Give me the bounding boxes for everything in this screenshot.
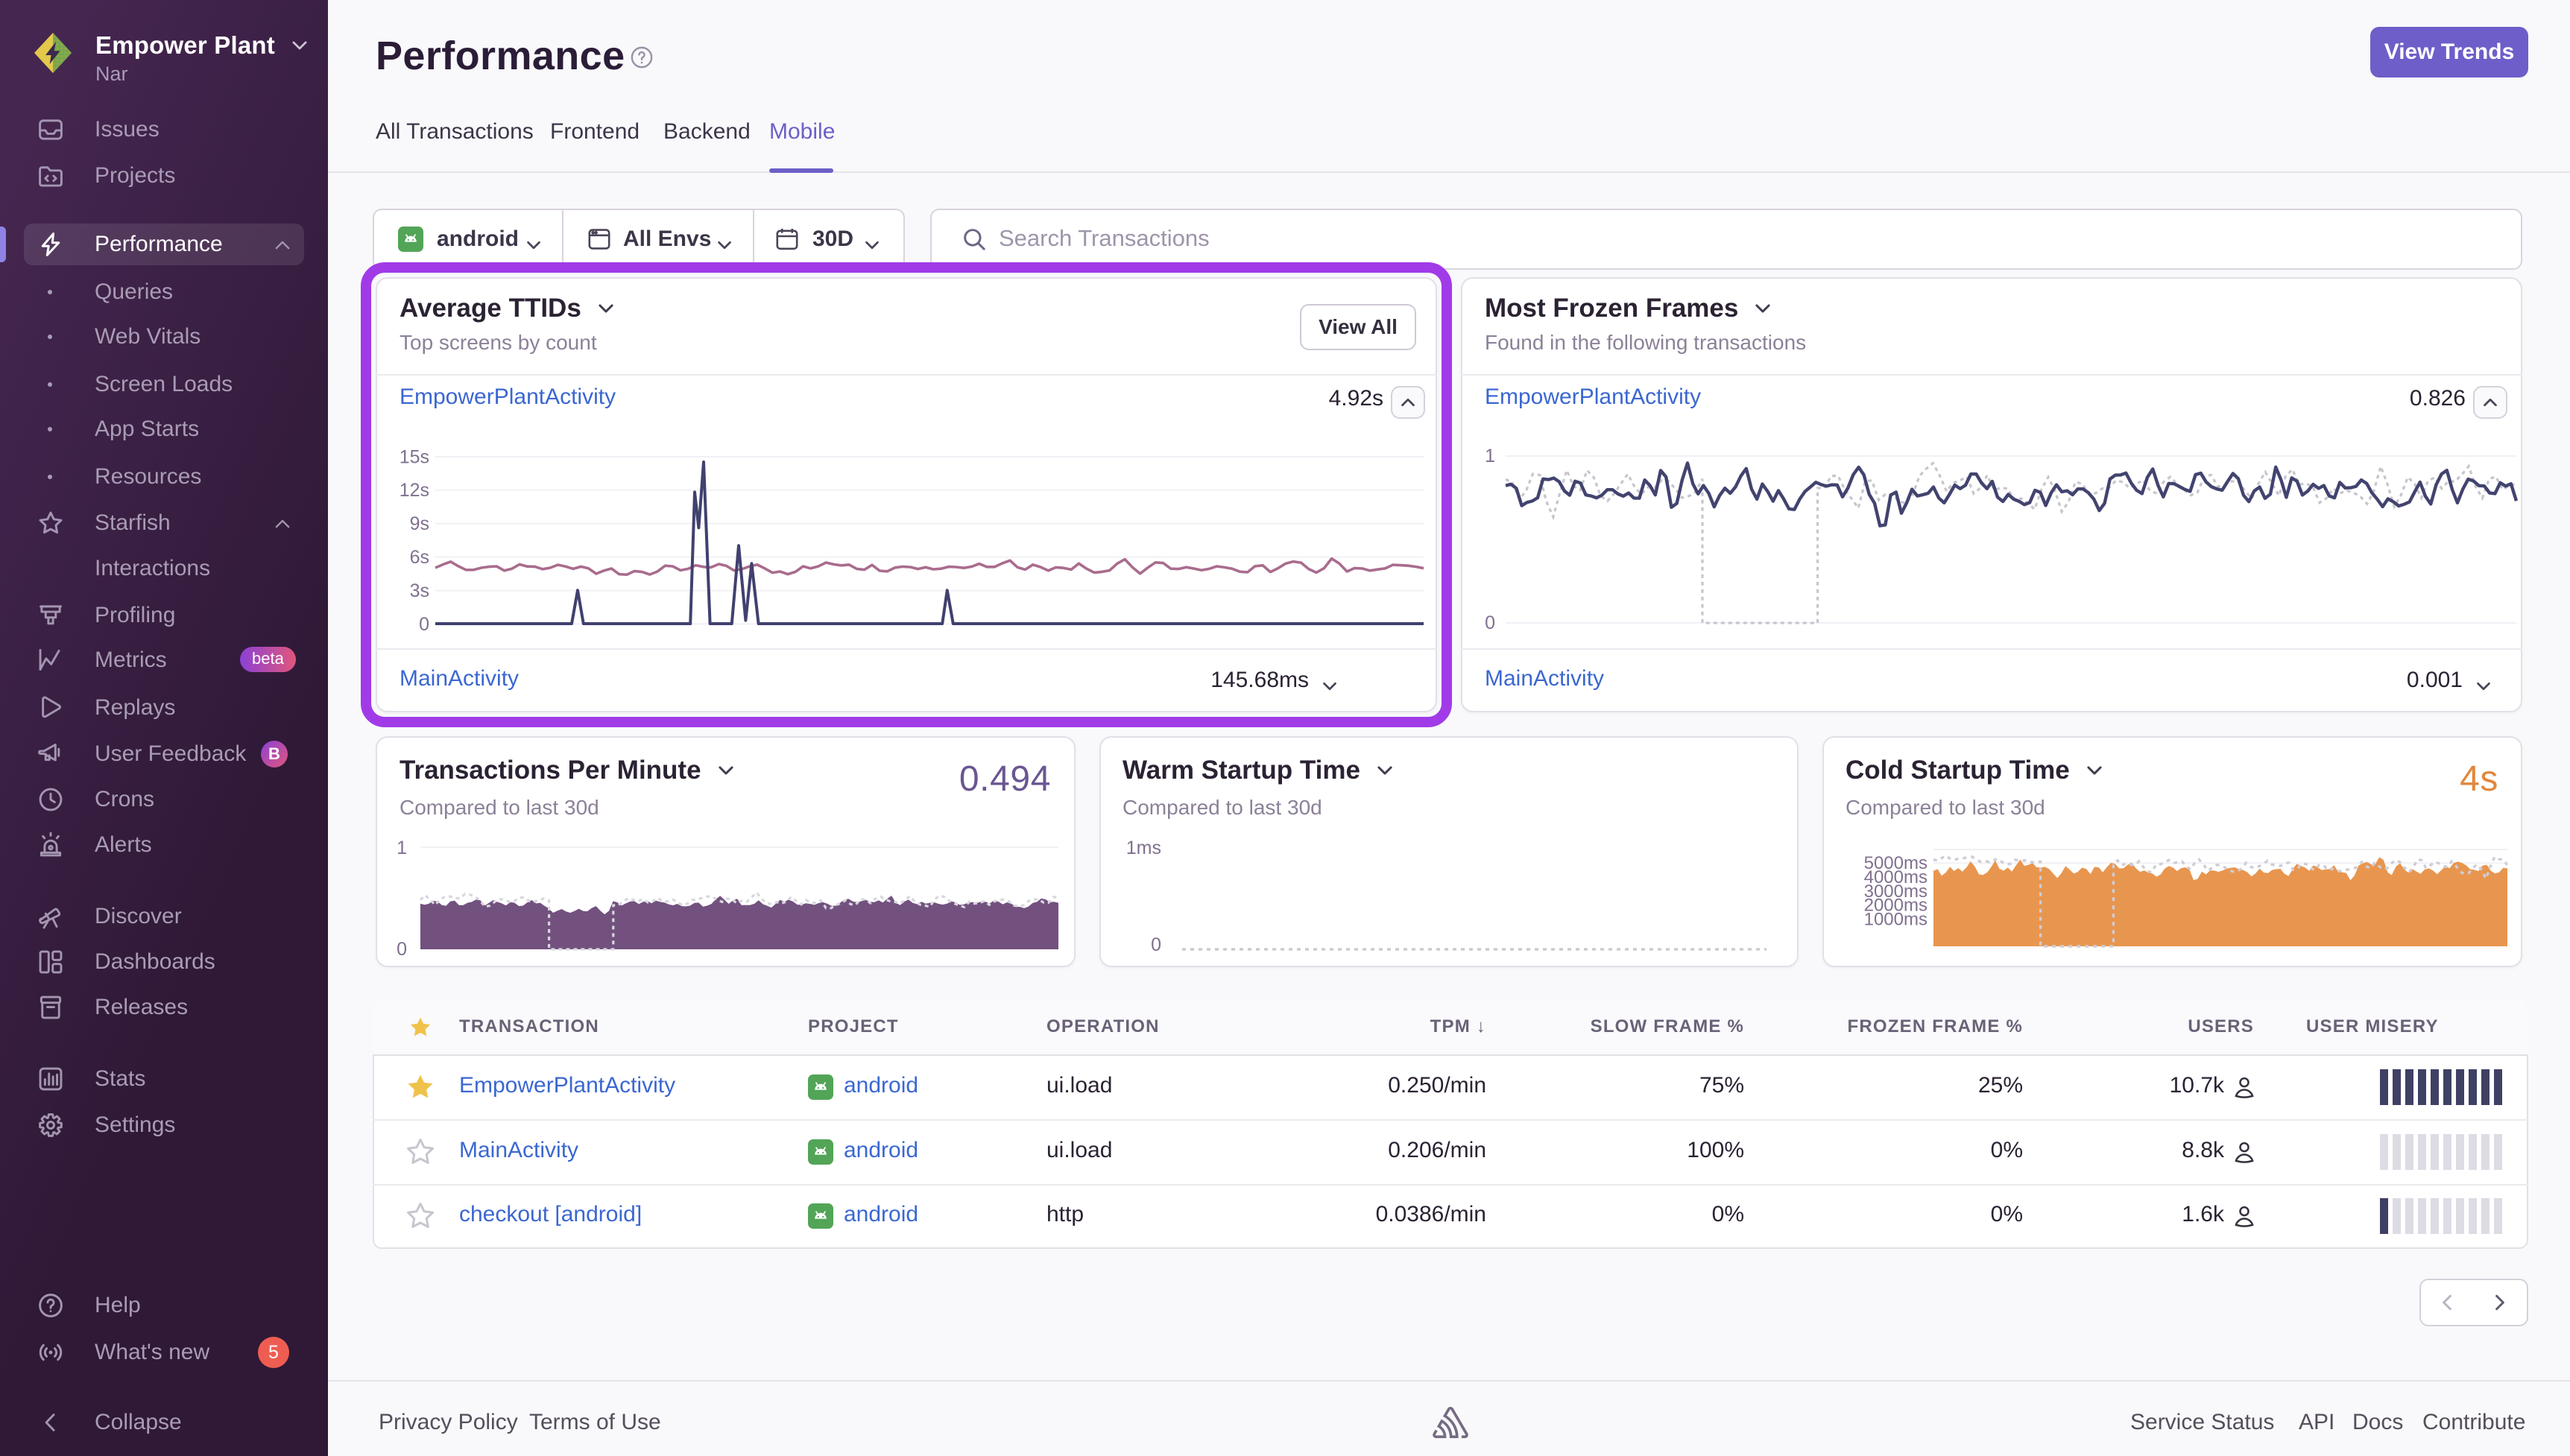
svg-text:1000ms: 1000ms (1864, 909, 1928, 929)
